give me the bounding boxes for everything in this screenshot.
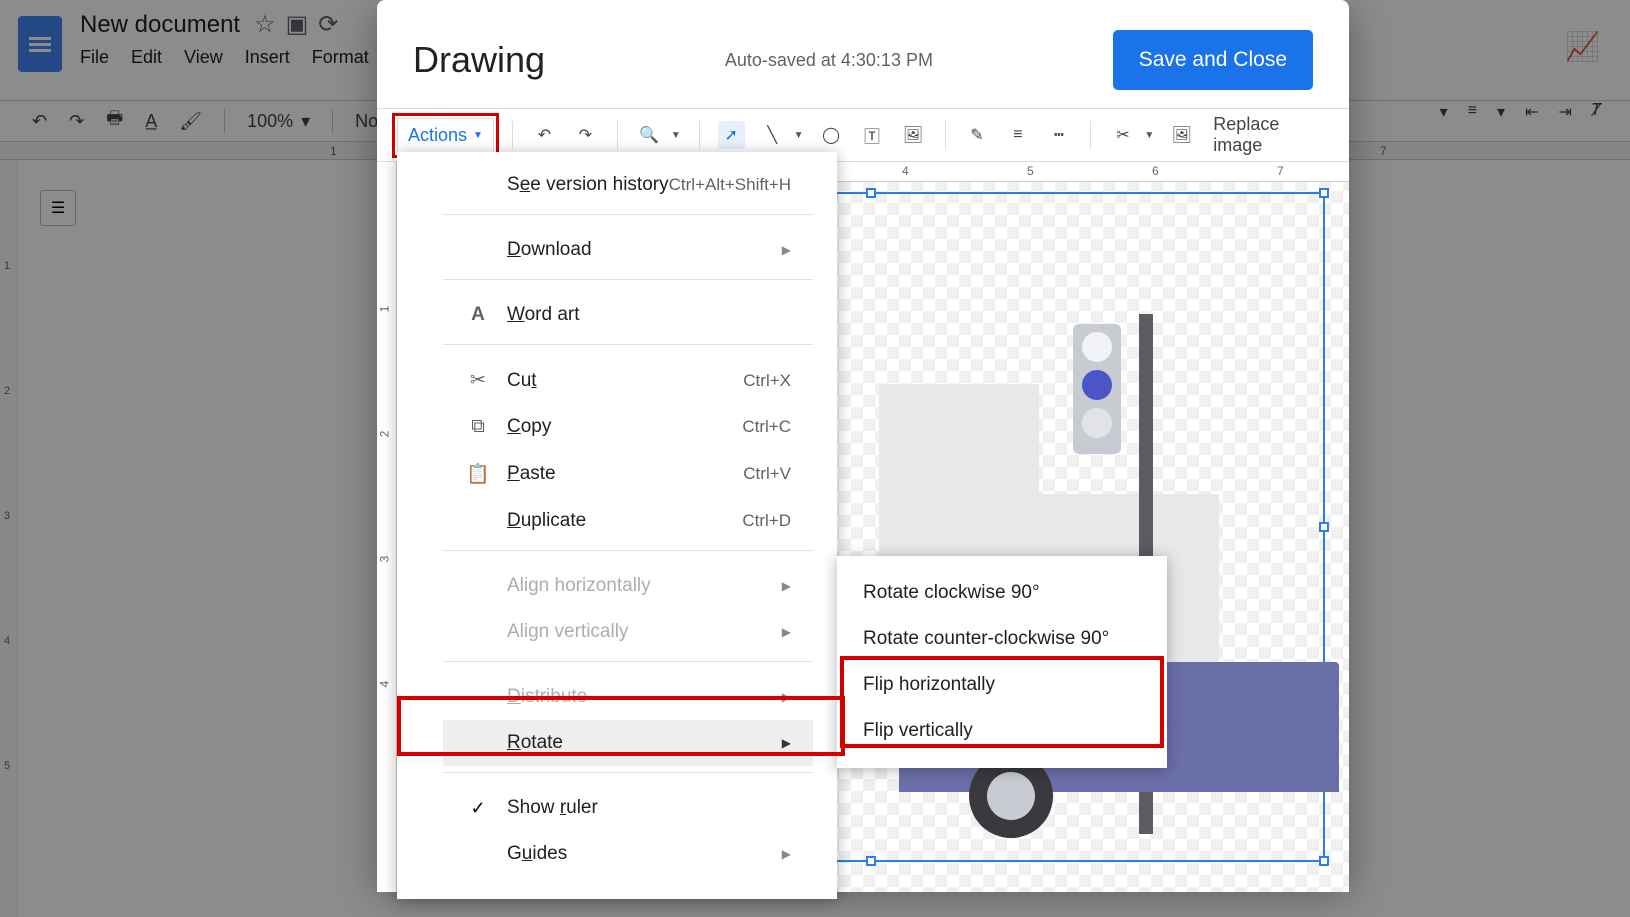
submenu-flip-vertical[interactable]: Flip vertically [837,708,1167,754]
border-dash-icon[interactable]: ┅ [1045,121,1072,149]
rotate-submenu: Rotate clockwise 90° Rotate counter-cloc… [837,556,1167,768]
menu-item-cut[interactable]: ✂ Cut Ctrl+X [443,357,813,404]
ruler-tick: 3 [377,556,391,563]
cut-icon: ✂ [465,369,491,392]
select-tool-icon[interactable]: ➚ [718,121,745,149]
resize-handle[interactable] [866,188,876,198]
wordart-icon: A [465,304,491,326]
menu-item-paste[interactable]: 📋 Paste Ctrl+V [443,450,813,498]
redo-icon[interactable]: ↷ [572,121,599,149]
drawing-modal: Drawing Auto-saved at 4:30:13 PM Save an… [377,0,1349,883]
menu-item-wordart[interactable]: A Word art [443,292,813,338]
textbox-tool-icon[interactable]: 🅃 [859,121,886,149]
replace-image-icon[interactable]: 🖼 [1168,121,1195,149]
actions-button[interactable]: Actions▼ [397,118,494,153]
zoom-icon[interactable]: 🔍 [636,121,663,149]
modal-title: Drawing [413,39,545,81]
undo-icon[interactable]: ↶ [531,121,558,149]
ruler-tick: 2 [377,431,391,438]
save-and-close-button[interactable]: Save and Close [1113,30,1313,90]
submenu-rotate-cw[interactable]: Rotate clockwise 90° [837,570,1167,616]
resize-handle[interactable] [1319,188,1329,198]
menu-item-align-horizontal: Align horizontally▶ [443,563,813,609]
crop-icon[interactable]: ✂ [1109,121,1136,149]
resize-handle[interactable] [1319,856,1329,866]
menu-item-duplicate[interactable]: Duplicate Ctrl+D [443,498,813,544]
replace-image-label[interactable]: Replace image [1213,114,1329,156]
submenu-flip-horizontal[interactable]: Flip horizontally [837,662,1167,708]
paste-icon: 📋 [465,462,491,486]
autosave-status: Auto-saved at 4:30:13 PM [725,50,933,71]
shape-tool-icon[interactable]: ◯ [818,121,845,149]
resize-handle[interactable] [866,856,876,866]
border-weight-icon[interactable]: ≡ [1004,121,1031,149]
ruler-tick: 4 [377,681,391,688]
menu-item-distribute: Distribute ▶ [443,674,813,720]
image-tool-icon[interactable]: 🖼 [900,121,927,149]
menu-item-version-history[interactable]: See version history Ctrl+Alt+Shift+H [443,162,813,208]
chevron-down-icon[interactable]: ▼ [671,130,681,141]
canvas-vertical-ruler: 1 2 3 4 [377,162,397,892]
line-tool-icon[interactable]: ╲ [759,121,786,149]
ruler-tick: 7 [1277,164,1284,178]
ruler-tick: 6 [1152,164,1159,178]
resize-handle[interactable] [1319,522,1329,532]
ruler-tick: 5 [1027,164,1034,178]
menu-item-align-vertical: Align vertically▶ [443,609,813,655]
ruler-tick: 4 [902,164,909,178]
chevron-down-icon[interactable]: ▼ [1144,130,1154,141]
actions-menu: See version history Ctrl+Alt+Shift+H Dow… [397,152,837,899]
copy-icon: ⧉ [465,416,491,438]
ruler-tick: 1 [377,306,391,313]
chevron-down-icon[interactable]: ▼ [794,130,804,141]
submenu-rotate-ccw[interactable]: Rotate counter-clockwise 90° [837,616,1167,662]
check-icon [465,798,491,819]
menu-item-rotate[interactable]: Rotate ▶ [443,720,813,766]
menu-item-copy[interactable]: ⧉ Copy Ctrl+C [443,404,813,450]
menu-item-guides[interactable]: Guides ▶ [443,831,813,877]
border-color-icon[interactable]: ✎ [964,121,991,149]
menu-item-show-ruler[interactable]: Show ruler [443,785,813,831]
menu-item-download[interactable]: Download ▶ [443,227,813,273]
